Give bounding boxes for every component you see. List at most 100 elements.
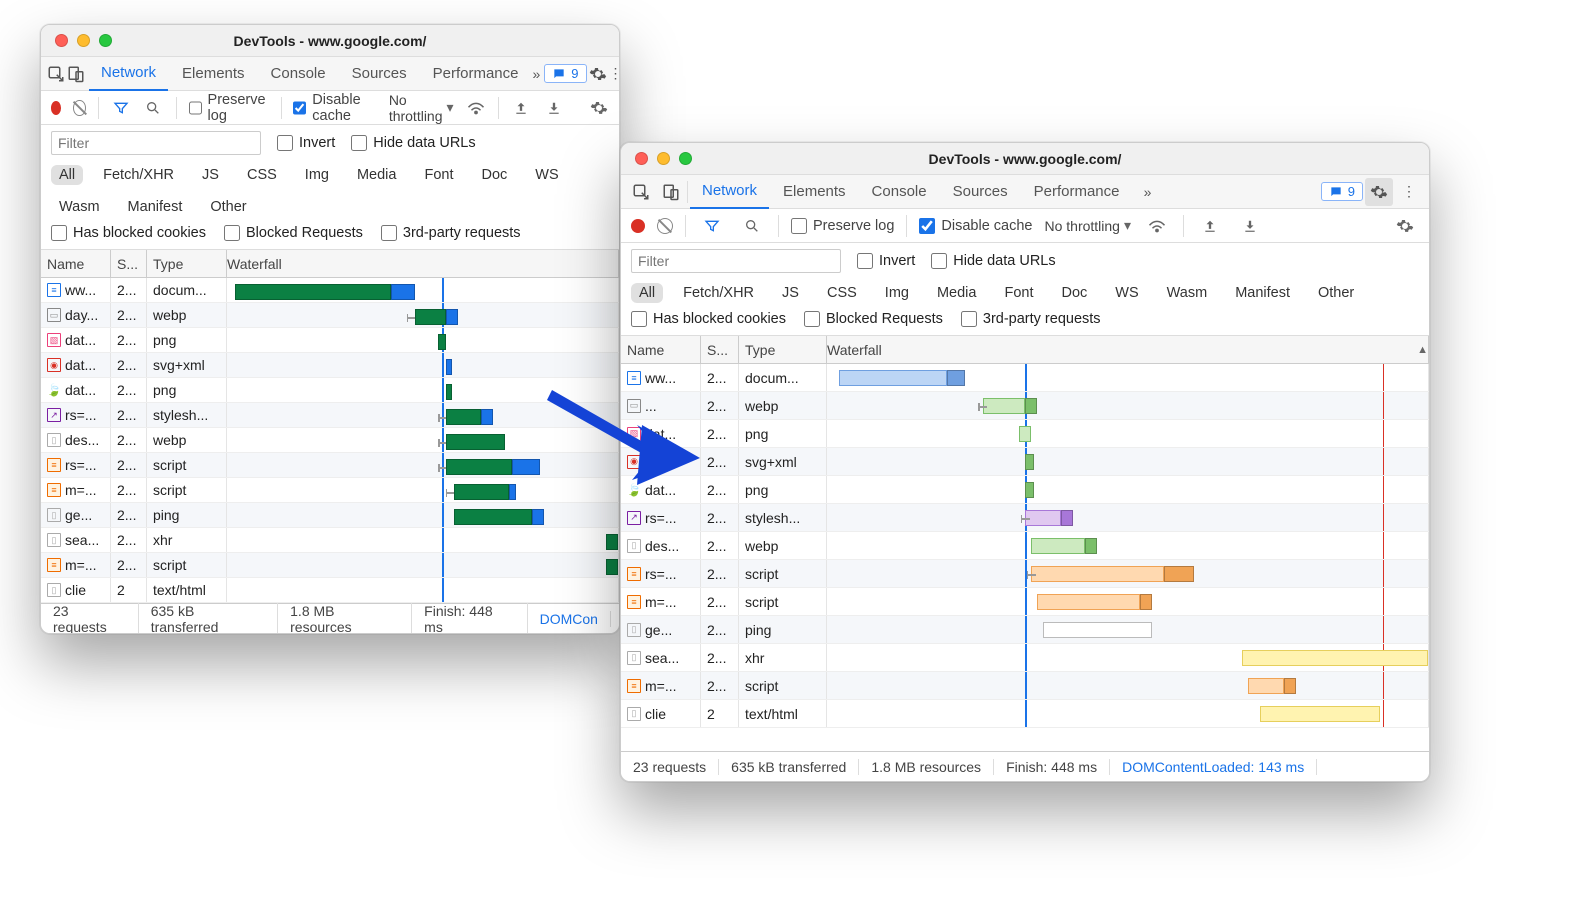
network-row[interactable]: ≡rs=...2...script [621, 560, 1429, 588]
record-button[interactable] [51, 101, 61, 115]
network-row[interactable]: ▯sea...2...xhr [41, 528, 619, 553]
type-filter-other[interactable]: Other [202, 197, 254, 217]
more-tabs-icon[interactable]: » [1134, 178, 1162, 206]
type-filter-all[interactable]: All [631, 283, 663, 303]
inspect-element-icon[interactable] [627, 178, 655, 206]
download-har-icon[interactable] [1236, 212, 1264, 240]
network-row[interactable]: ▯clie2text/html [41, 578, 619, 603]
device-toggle-icon[interactable] [67, 60, 85, 88]
invert-checkbox[interactable]: Invert [857, 253, 915, 269]
third-party-requests-checkbox[interactable]: 3rd-party requests [381, 225, 521, 241]
type-filter-manifest[interactable]: Manifest [120, 197, 191, 217]
network-row[interactable]: ↗rs=...2...stylesh... [41, 403, 619, 428]
type-filter-js[interactable]: JS [194, 165, 227, 185]
network-row[interactable]: ▯ge...2...ping [41, 503, 619, 528]
hide-data-urls-checkbox[interactable]: Hide data URLs [931, 253, 1055, 269]
filter-icon[interactable] [698, 212, 726, 240]
network-row[interactable]: ≡m=...2...script [621, 588, 1429, 616]
network-settings-icon[interactable] [588, 94, 609, 122]
type-filter-js[interactable]: JS [774, 283, 807, 303]
type-filter-other[interactable]: Other [1310, 283, 1362, 303]
type-filter-font[interactable]: Font [416, 165, 461, 185]
tab-elements[interactable]: Elements [170, 57, 257, 91]
network-settings-icon[interactable] [1391, 212, 1419, 240]
col-status[interactable]: S... [701, 336, 739, 363]
window-zoom-icon[interactable] [99, 34, 112, 47]
upload-har-icon[interactable] [511, 94, 532, 122]
invert-checkbox[interactable]: Invert [277, 135, 335, 151]
network-conditions-icon[interactable] [466, 94, 487, 122]
clear-button[interactable] [73, 100, 85, 116]
type-filter-all[interactable]: All [51, 165, 83, 185]
network-row[interactable]: ▭...2...webp [621, 392, 1429, 420]
network-row[interactable]: ◉dat...2...svg+xml [621, 448, 1429, 476]
network-row[interactable]: ≡ww...2...docum... [621, 364, 1429, 392]
col-name[interactable]: Name [621, 336, 701, 363]
more-tabs-icon[interactable]: » [533, 60, 541, 88]
tab-network[interactable]: Network [690, 175, 769, 209]
third-party-requests-checkbox[interactable]: 3rd-party requests [961, 311, 1101, 327]
clear-button[interactable] [657, 218, 673, 234]
inspect-element-icon[interactable] [47, 60, 65, 88]
tab-performance[interactable]: Performance [1022, 175, 1132, 209]
search-icon[interactable] [738, 212, 766, 240]
window-close-icon[interactable] [635, 152, 648, 165]
network-row[interactable]: ▧dat...2...png [41, 328, 619, 353]
network-row[interactable]: ▯des...2...webp [621, 532, 1429, 560]
has-blocked-cookies-checkbox[interactable]: Has blocked cookies [51, 225, 206, 241]
hide-data-urls-checkbox[interactable]: Hide data URLs [351, 135, 475, 151]
type-filter-fetchxhr[interactable]: Fetch/XHR [95, 165, 182, 185]
issues-badge[interactable]: 9 [1321, 182, 1363, 201]
network-row[interactable]: ↗rs=...2...stylesh... [621, 504, 1429, 532]
throttling-select[interactable]: No throttling▾ [389, 92, 454, 124]
type-filter-wasm[interactable]: Wasm [1159, 283, 1216, 303]
type-filter-ws[interactable]: WS [1107, 283, 1146, 303]
network-row[interactable]: 🍃dat...2...png [621, 476, 1429, 504]
tab-elements[interactable]: Elements [771, 175, 858, 209]
network-row[interactable]: ▯sea...2...xhr [621, 644, 1429, 672]
tab-sources[interactable]: Sources [941, 175, 1020, 209]
type-filter-doc[interactable]: Doc [1053, 283, 1095, 303]
network-row[interactable]: ▯des...2...webp [41, 428, 619, 453]
disable-cache-checkbox[interactable]: Disable cache [293, 92, 377, 124]
type-filter-css[interactable]: CSS [239, 165, 285, 185]
type-filter-font[interactable]: Font [996, 283, 1041, 303]
type-filter-img[interactable]: Img [297, 165, 337, 185]
network-grid[interactable]: ≡ww...2...docum...▭day...2...webp▧dat...… [41, 278, 619, 603]
tab-console[interactable]: Console [259, 57, 338, 91]
col-type[interactable]: Type [739, 336, 827, 363]
window-close-icon[interactable] [55, 34, 68, 47]
col-name[interactable]: Name [41, 250, 111, 277]
network-row[interactable]: ≡m=...2...script [621, 672, 1429, 700]
more-menu-icon[interactable]: ⋮ [609, 60, 620, 88]
filter-icon[interactable] [110, 94, 131, 122]
window-minimize-icon[interactable] [77, 34, 90, 47]
network-grid[interactable]: ≡ww...2...docum...▭...2...webp▧dat...2..… [621, 364, 1429, 751]
download-har-icon[interactable] [544, 94, 565, 122]
type-filter-ws[interactable]: WS [527, 165, 566, 185]
type-filter-manifest[interactable]: Manifest [1227, 283, 1298, 303]
type-filter-css[interactable]: CSS [819, 283, 865, 303]
col-status[interactable]: S... [111, 250, 147, 277]
issues-badge[interactable]: 9 [544, 64, 586, 83]
settings-icon[interactable] [1365, 178, 1393, 206]
record-button[interactable] [631, 219, 645, 233]
preserve-log-checkbox[interactable]: Preserve log [791, 218, 894, 234]
network-row[interactable]: ▭day...2...webp [41, 303, 619, 328]
window-minimize-icon[interactable] [657, 152, 670, 165]
network-row[interactable]: ◉dat...2...svg+xml [41, 353, 619, 378]
type-filter-fetchxhr[interactable]: Fetch/XHR [675, 283, 762, 303]
network-row[interactable]: ≡m=...2...script [41, 478, 619, 503]
settings-icon[interactable] [589, 60, 607, 88]
network-row[interactable]: ▯clie2text/html [621, 700, 1429, 728]
network-row[interactable]: ≡m=...2...script [41, 553, 619, 578]
window-zoom-icon[interactable] [679, 152, 692, 165]
type-filter-media[interactable]: Media [349, 165, 405, 185]
type-filter-img[interactable]: Img [877, 283, 917, 303]
tab-performance[interactable]: Performance [421, 57, 531, 91]
blocked-requests-checkbox[interactable]: Blocked Requests [224, 225, 363, 241]
device-toggle-icon[interactable] [657, 178, 685, 206]
network-row[interactable]: ≡rs=...2...script [41, 453, 619, 478]
tab-sources[interactable]: Sources [340, 57, 419, 91]
upload-har-icon[interactable] [1196, 212, 1224, 240]
